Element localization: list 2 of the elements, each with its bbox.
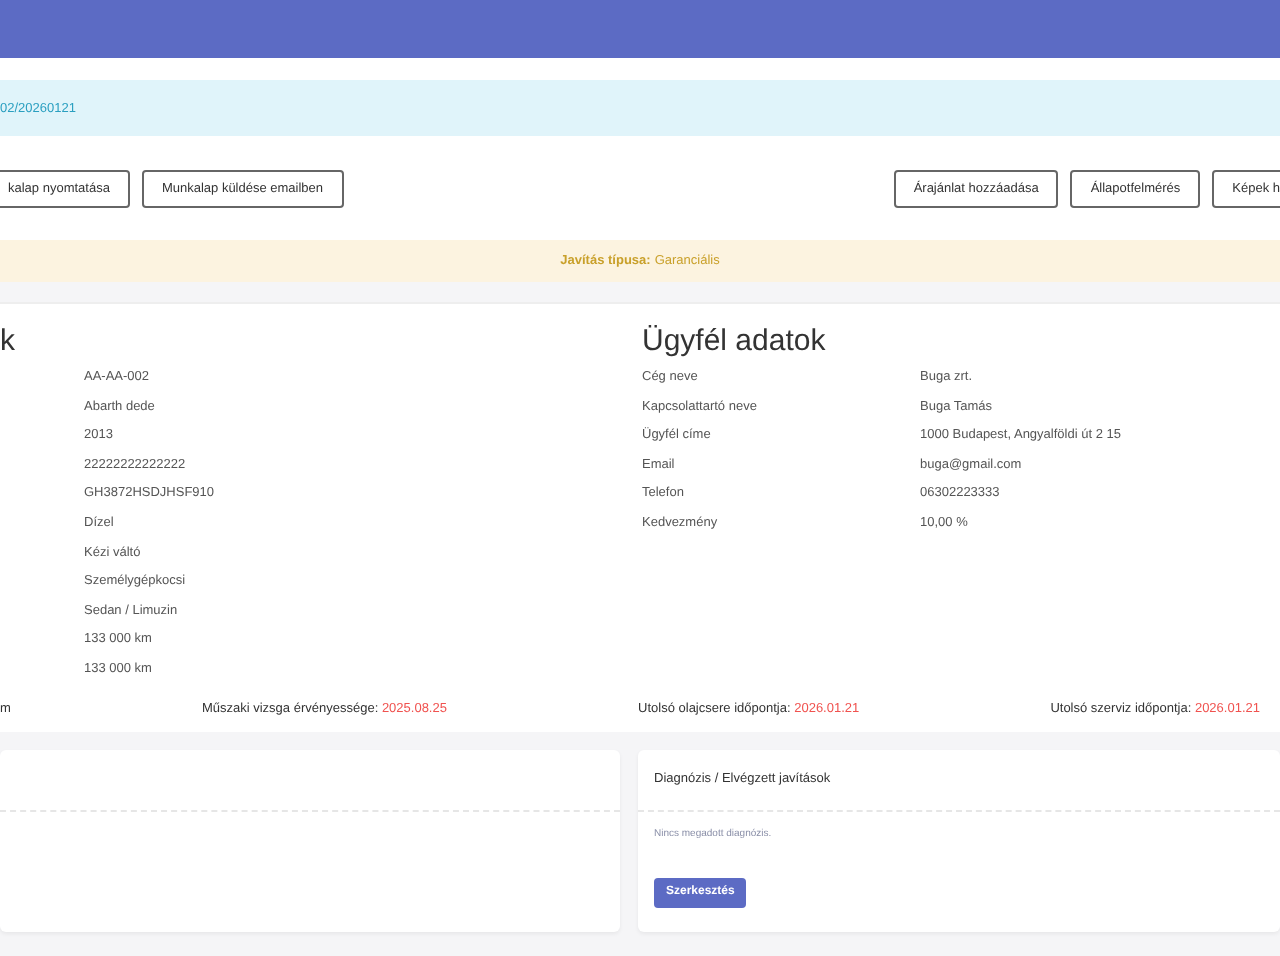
section-title: k — [0, 322, 17, 362]
section-title: Ügyfél adatok — [642, 322, 828, 362]
